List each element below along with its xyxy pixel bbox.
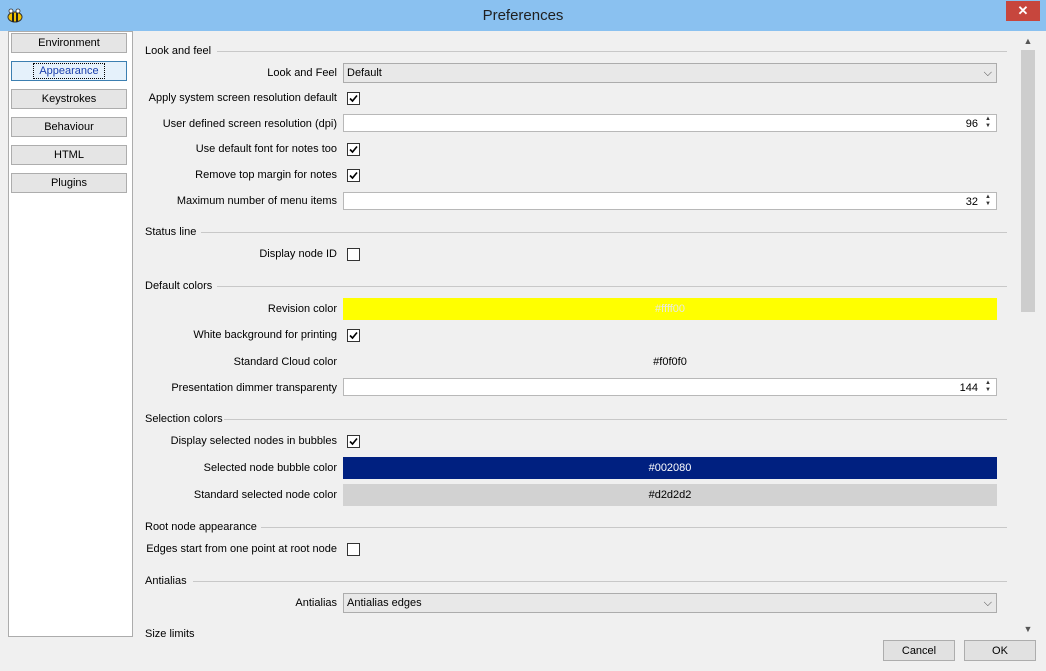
close-button[interactable]: ✕ <box>1006 1 1040 21</box>
antialias-label: Antialias <box>295 597 337 609</box>
sidebar-item-html[interactable]: HTML <box>11 145 127 165</box>
std-selected-color-button[interactable]: #d2d2d2 <box>343 484 997 506</box>
remove-margin-label: Remove top margin for notes <box>195 169 337 181</box>
spin-up-icon[interactable]: ▲ <box>981 194 995 201</box>
max-menu-spinner[interactable]: 32 ▲ ▼ <box>343 192 997 210</box>
separator <box>224 419 1007 420</box>
bubble-color-button[interactable]: #002080 <box>343 457 997 479</box>
separator <box>201 232 1007 233</box>
chevron-down-icon: ⌵ <box>983 67 992 79</box>
dimmer-label: Presentation dimmer transparenty <box>171 382 337 394</box>
remove-margin-checkbox[interactable] <box>347 169 360 182</box>
separator <box>261 527 1007 528</box>
separator <box>217 51 1007 52</box>
checkmark-icon <box>349 331 358 340</box>
apply-resolution-checkbox[interactable] <box>347 92 360 105</box>
std-selected-label: Standard selected node color <box>193 489 337 501</box>
display-bubbles-checkbox[interactable] <box>347 435 360 448</box>
scroll-thumb[interactable] <box>1021 50 1035 312</box>
cancel-button[interactable]: Cancel <box>883 640 955 661</box>
spin-up-icon[interactable]: ▲ <box>981 116 995 123</box>
window-title: Preferences <box>482 7 564 24</box>
cloud-color-button[interactable]: #f0f0f0 <box>343 351 997 373</box>
look-and-feel-label: Look and Feel <box>267 67 337 79</box>
spin-down-icon[interactable]: ▼ <box>981 201 995 208</box>
section-status-line: Status line <box>145 226 197 238</box>
sidebar-item-environment[interactable]: Environment <box>11 33 127 53</box>
title-bar: Preferences ✕ <box>0 0 1046 31</box>
edges-one-point-label: Edges start from one point at root node <box>146 543 337 555</box>
sidebar: Environment Appearance Keystrokes Behavi… <box>8 31 133 637</box>
antialias-value: Antialias edges <box>347 597 422 609</box>
sidebar-item-label: Appearance <box>33 63 105 79</box>
vertical-scrollbar[interactable]: ▲ ▼ <box>1019 31 1037 637</box>
spinner-arrows[interactable]: ▲ ▼ <box>981 194 995 208</box>
checkmark-icon <box>349 94 358 103</box>
checkmark-icon <box>349 171 358 180</box>
revision-color-button[interactable]: #ffff00 <box>343 298 997 320</box>
cloud-color-label: Standard Cloud color <box>233 356 337 368</box>
checkmark-icon <box>349 437 358 446</box>
dialog-footer: Cancel OK <box>0 637 1046 671</box>
spin-down-icon[interactable]: ▼ <box>981 123 995 130</box>
section-selection-colors: Selection colors <box>145 413 223 425</box>
dimmer-spinner[interactable]: 144 ▲ ▼ <box>343 378 997 396</box>
scroll-down-icon[interactable]: ▼ <box>1019 621 1037 637</box>
chevron-down-icon: ⌵ <box>983 597 992 609</box>
section-antialias: Antialias <box>145 575 187 587</box>
section-root-node: Root node appearance <box>145 521 257 533</box>
display-node-id-checkbox[interactable] <box>347 248 360 261</box>
look-and-feel-value: Default <box>347 67 382 79</box>
section-look-and-feel: Look and feel <box>145 45 212 57</box>
section-default-colors: Default colors <box>145 280 213 292</box>
default-font-label: Use default font for notes too <box>195 143 337 155</box>
revision-color-label: Revision color <box>267 303 337 315</box>
preferences-panel: Look and feel Look and Feel Default ⌵ Ap… <box>135 31 1019 637</box>
section-size-limits: Size limits <box>145 628 195 637</box>
sidebar-item-appearance[interactable]: Appearance <box>11 61 127 81</box>
separator <box>193 581 1007 582</box>
display-bubbles-label: Display selected nodes in bubbles <box>170 435 337 447</box>
max-menu-label: Maximum number of menu items <box>176 195 337 207</box>
user-resolution-value: 96 <box>965 118 978 130</box>
user-resolution-label: User defined screen resolution (dpi) <box>162 118 337 130</box>
white-bg-checkbox[interactable] <box>347 329 360 342</box>
spin-down-icon[interactable]: ▼ <box>981 387 995 394</box>
antialias-select[interactable]: Antialias edges ⌵ <box>343 593 997 613</box>
display-node-id-label: Display node ID <box>259 248 337 260</box>
apply-resolution-label: Apply system screen resolution default <box>148 92 337 104</box>
default-font-checkbox[interactable] <box>347 143 360 156</box>
separator <box>217 286 1007 287</box>
checkmark-icon <box>349 145 358 154</box>
sidebar-item-keystrokes[interactable]: Keystrokes <box>11 89 127 109</box>
edges-one-point-checkbox[interactable] <box>347 543 360 556</box>
user-resolution-spinner[interactable]: 96 ▲ ▼ <box>343 114 997 132</box>
look-and-feel-select[interactable]: Default ⌵ <box>343 63 997 83</box>
spinner-arrows[interactable]: ▲ ▼ <box>981 116 995 130</box>
white-bg-label: White background for printing <box>193 329 337 341</box>
max-menu-value: 32 <box>965 196 978 208</box>
sidebar-item-behaviour[interactable]: Behaviour <box>11 117 127 137</box>
scroll-up-icon[interactable]: ▲ <box>1019 33 1037 49</box>
dimmer-value: 144 <box>959 382 978 394</box>
sidebar-item-plugins[interactable]: Plugins <box>11 173 127 193</box>
ok-button[interactable]: OK <box>964 640 1036 661</box>
bubble-color-label: Selected node bubble color <box>203 462 337 474</box>
spin-up-icon[interactable]: ▲ <box>981 380 995 387</box>
spinner-arrows[interactable]: ▲ ▼ <box>981 380 995 394</box>
